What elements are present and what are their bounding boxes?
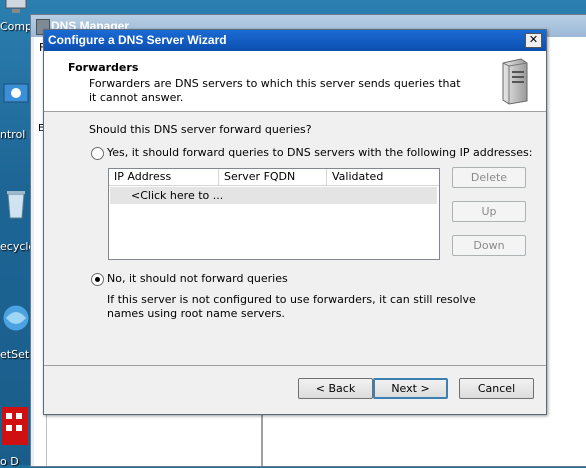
forward-question: Should this DNS server forward queries? — [89, 123, 312, 136]
forward-no-label[interactable]: No, it should not forward queries — [107, 272, 288, 285]
app-icon — [2, 405, 30, 447]
recycle-bin-icon — [2, 188, 30, 219]
cancel-button[interactable]: Cancel — [459, 378, 534, 399]
next-button[interactable]: Next > — [373, 378, 448, 399]
network-globe-icon — [2, 298, 30, 332]
forwarders-list[interactable]: IP Address Server FQDN Validated <Click … — [108, 168, 440, 260]
column-header-ip-address[interactable]: IP Address — [109, 169, 219, 186]
list-item[interactable]: <Click here to ... — [110, 187, 437, 204]
down-button[interactable]: Down — [452, 235, 526, 256]
forward-no-radio[interactable] — [91, 273, 104, 286]
close-icon: ✕ — [528, 33, 539, 46]
footer-divider — [44, 365, 546, 366]
wizard-title: Configure a DNS Server Wizard — [48, 33, 227, 47]
page-title: Forwarders — [68, 61, 139, 74]
wizard-titlebar[interactable]: Configure a DNS Server Wizard ✕ — [44, 30, 546, 51]
forward-no-description: If this server is not configured to use … — [107, 293, 476, 320]
delete-button[interactable]: Delete — [452, 167, 526, 188]
server-icon — [499, 57, 529, 105]
dns-wizard-dialog: Configure a DNS Server Wizard ✕ Forwarde… — [43, 29, 547, 415]
computer-icon — [2, 0, 30, 18]
close-button[interactable]: ✕ — [525, 33, 542, 48]
wizard-header: Forwarders Forwarders are DNS servers to… — [44, 51, 546, 112]
page-description: Forwarders are DNS servers to which this… — [89, 77, 461, 104]
desktop-icon-label: etSet — [0, 348, 30, 361]
column-header-validated[interactable]: Validated — [327, 169, 439, 186]
forward-yes-radio[interactable] — [91, 147, 104, 160]
forward-yes-label[interactable]: Yes, it should forward queries to DNS se… — [107, 146, 532, 159]
column-header-server-fqdn[interactable]: Server FQDN — [219, 169, 327, 186]
up-button[interactable]: Up — [452, 201, 526, 222]
click-here-to-add: <Click here to ... — [131, 189, 224, 202]
control-panel-icon — [2, 80, 30, 108]
desktop-icon-label: o D — [0, 455, 19, 468]
back-button[interactable]: < Back — [298, 378, 373, 399]
